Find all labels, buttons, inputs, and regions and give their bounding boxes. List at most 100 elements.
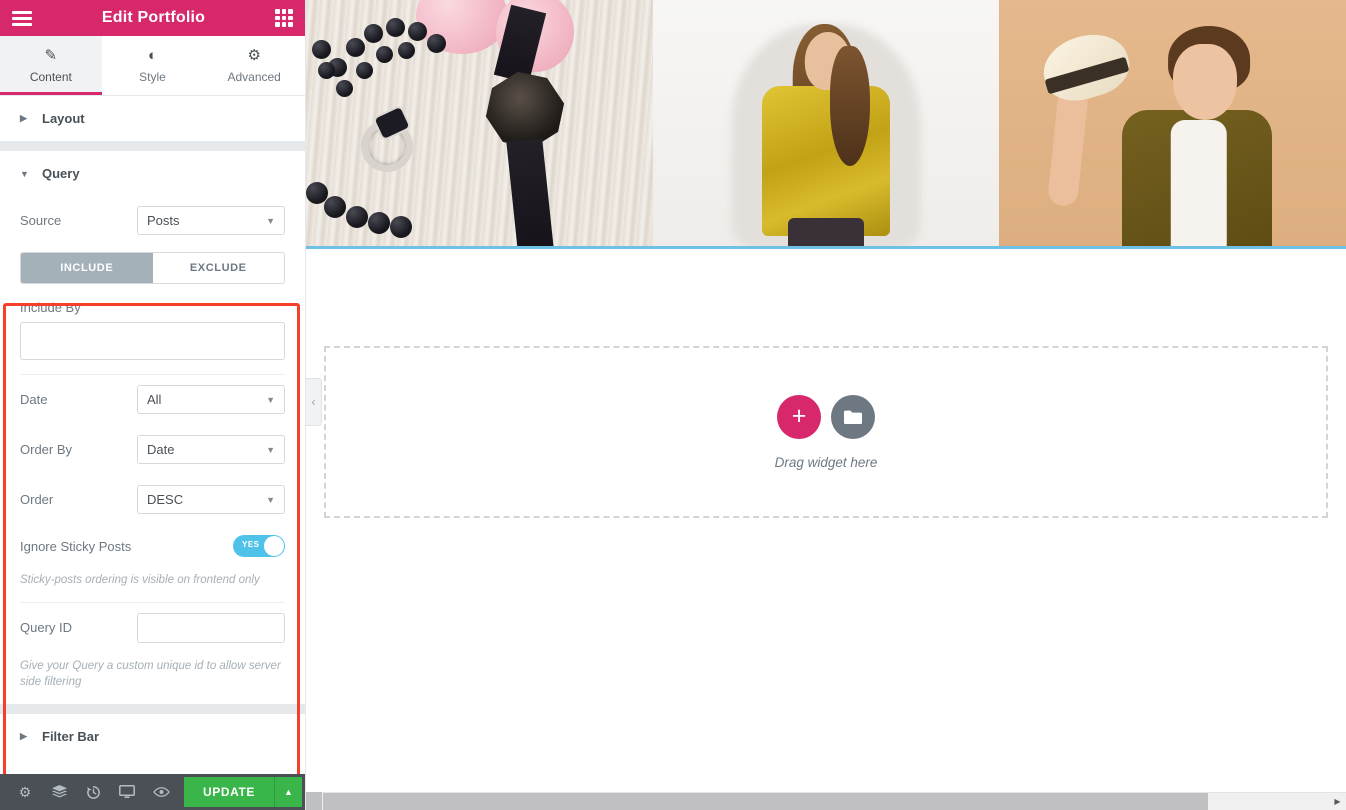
tab-content[interactable]: ✎ Content [0,36,102,95]
preview-eye-icon[interactable] [144,774,178,810]
section-divider [0,141,305,151]
source-value: Posts [147,213,180,228]
tab-advanced-label: Advanced [227,69,281,84]
section-filter-bar[interactable]: ▶ Filter Bar [0,714,305,760]
scroll-corner [306,792,322,810]
bead [336,80,353,97]
responsive-mode-icon[interactable] [110,774,144,810]
watch-strap [506,138,554,246]
bead [356,62,373,79]
man-face [1172,44,1237,120]
model-hair-strand [830,46,870,166]
section-filter-bar-label: Filter Bar [42,729,100,745]
add-template-button[interactable] [831,394,875,439]
portfolio-image-model[interactable] [652,0,1000,246]
order-label: Order [20,492,54,507]
order-select[interactable]: DESC ▼ [137,485,285,514]
toggle-knob [264,536,284,556]
horizontal-scrollbar[interactable]: ◀ ▶ [306,792,1346,810]
scroll-track[interactable] [323,793,1329,810]
source-label: Source [20,213,62,228]
chevron-down-icon: ▼ [266,494,275,505]
bead [324,196,346,218]
section-layout[interactable]: ▶ Layout [0,96,305,141]
include-by-input[interactable] [20,322,285,360]
panel-tabs: ✎ Content ◐ Style ⚙ Advanced [0,36,305,96]
control-query-id: Query ID [20,603,285,654]
portfolio-image-man[interactable] [999,0,1346,246]
include-by-label: Include By [20,300,81,315]
control-order-by: Order By Date ▼ [20,425,285,475]
grid-icon[interactable] [274,9,293,27]
chevron-down-icon: ▼ [20,168,29,179]
elementor-editor: Edit Portfolio ✎ Content ◐ Style ⚙ Advan… [0,0,1346,810]
hamburger-icon[interactable] [12,10,32,26]
model-gold-dress [762,86,890,236]
layers-glyph [51,785,67,798]
scroll-right-button[interactable]: ▶ [1329,793,1346,810]
editor-panel: Edit Portfolio ✎ Content ◐ Style ⚙ Advan… [0,0,306,810]
add-section-button[interactable]: + [777,394,821,439]
order-by-label: Order By [20,442,73,457]
history-icon[interactable] [76,774,110,810]
model-legs [788,218,864,246]
order-value: DESC [147,492,184,507]
gear-icon: ⚙ [247,46,261,64]
portfolio-image-jewelry[interactable] [306,0,653,246]
bead [398,42,415,59]
source-select[interactable]: Posts ▼ [137,206,285,235]
bead [368,212,390,234]
scroll-thumb[interactable] [323,793,1209,810]
ignore-sticky-toggle[interactable]: YES [233,535,285,557]
update-options-arrow[interactable]: ▲ [274,777,302,807]
settings-gear-icon[interactable]: ⚙ [8,774,42,810]
bead [318,62,335,79]
dropzone-label: Drag widget here [774,454,878,470]
widget-dropzone[interactable]: + Drag widget here [324,346,1328,518]
panel-collapse-toggle[interactable]: ‹ [306,378,322,426]
control-date: Date All ▼ [20,375,285,425]
panel-content-area: ▶ Layout ▼ Query Source Posts ▼ INCLUDE [0,96,305,774]
chevron-down-icon: ▼ [266,394,275,405]
query-id-input[interactable] [137,612,285,643]
control-source: Source Posts ▼ [20,196,285,246]
section-query[interactable]: ▼ Query [0,151,305,196]
monitor-glyph [119,785,135,798]
toggle-state-label: YES [242,540,260,549]
ignore-sticky-help: Sticky-posts ordering is visible on fron… [20,574,260,586]
chevron-down-icon: ▼ [266,444,275,455]
tab-advanced[interactable]: ⚙ Advanced [203,36,305,95]
portfolio-gallery [306,0,1346,249]
bead [427,34,446,53]
control-order: Order DESC ▼ [20,475,285,525]
order-by-value: Date [147,442,175,457]
tab-exclude[interactable]: EXCLUDE [152,253,284,283]
update-button-group: UPDATE ▲ [184,777,302,807]
tab-style[interactable]: ◐ Style [102,36,204,95]
section-layout-label: Layout [42,111,85,126]
bead [408,22,427,41]
bead [364,24,383,43]
history-glyph [86,785,100,799]
date-value: All [147,392,162,407]
bead [376,46,393,63]
update-button[interactable]: UPDATE [184,777,274,807]
bead [390,216,412,238]
include-exclude-tabs: INCLUDE EXCLUDE [20,252,285,284]
page-title: Edit Portfolio [101,9,206,26]
navigator-layers-icon[interactable] [42,774,76,810]
dropzone-inner: + Drag widget here [774,394,878,470]
section-divider-2 [0,704,305,715]
control-ignore-sticky: Ignore Sticky Posts YES [20,525,285,568]
date-select[interactable]: All ▼ [137,385,285,414]
panel-header: Edit Portfolio [0,0,305,36]
tab-include[interactable]: INCLUDE [21,253,153,283]
order-by-select[interactable]: Date ▼ [137,435,285,464]
date-label: Date [20,392,48,407]
ignore-sticky-label: Ignore Sticky Posts [20,538,132,554]
tab-style-label: Style [139,69,166,84]
chevron-right-icon: ▶ [20,113,27,123]
eye-glyph [152,787,170,797]
bead [346,38,365,57]
bead [312,40,331,59]
